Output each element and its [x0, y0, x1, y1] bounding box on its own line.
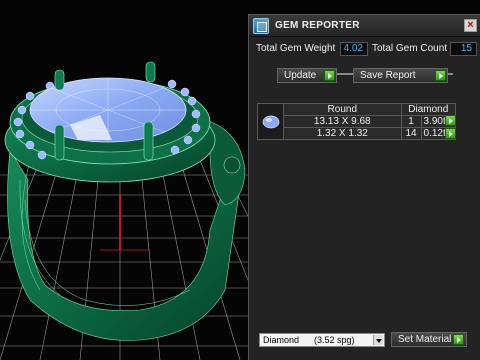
gem-table: Round Diamond 13.13 X 9.68 1 3.90tw 1.32… [257, 103, 457, 140]
gem-thumbnail-cell[interactable] [257, 103, 284, 140]
ring-head [4, 61, 216, 183]
gem-count: 14 [400, 127, 422, 140]
gem-count: 1 [400, 115, 422, 128]
window-title: GEM REPORTER [275, 20, 360, 31]
save-report-button-label: Save Report [360, 70, 416, 81]
close-icon[interactable]: × [464, 19, 477, 32]
gem-reporter-panel: GEM REPORTER × Total Gem Weight 4.02 Tot… [248, 14, 480, 360]
save-report-button[interactable]: Save Report [353, 68, 448, 83]
material-selected-value: Diamond (3.52 spg) [263, 335, 355, 345]
total-gem-weight-label: Total Gem Weight [256, 43, 336, 54]
title-bar[interactable]: GEM REPORTER × [249, 15, 480, 37]
table-row: 1.32 X 1.32 14 0.12tw [258, 127, 457, 140]
column-header-material: Diamond [400, 103, 457, 116]
set-material-button-label: Set Material [398, 334, 452, 345]
play-arrow-icon[interactable] [435, 70, 446, 81]
play-arrow-icon[interactable] [445, 115, 456, 126]
column-header-shape: Round [283, 103, 402, 116]
update-button[interactable]: Update [277, 68, 337, 83]
update-button-label: Update [284, 70, 317, 81]
total-gem-count-value: 15 [450, 42, 477, 56]
gem-size: 1.32 X 1.32 [283, 127, 402, 140]
table-header-row: Round Diamond [257, 103, 457, 140]
total-gem-count-label: Total Gem Count [372, 43, 448, 54]
play-arrow-icon[interactable] [324, 70, 335, 81]
table-row: 13.13 X 9.68 1 3.90tw [258, 115, 457, 128]
total-gem-weight-value: 4.02 [340, 42, 368, 56]
gem-reporter-icon [253, 18, 269, 34]
gem-size: 13.13 X 9.68 [283, 115, 402, 128]
material-select[interactable]: Diamond (3.52 spg) [259, 333, 385, 347]
play-arrow-icon[interactable] [453, 334, 464, 345]
round-gem-icon [262, 115, 279, 128]
chevron-down-icon[interactable] [373, 335, 383, 345]
play-arrow-icon[interactable] [445, 128, 456, 139]
set-material-button[interactable]: Set Material [391, 332, 467, 347]
